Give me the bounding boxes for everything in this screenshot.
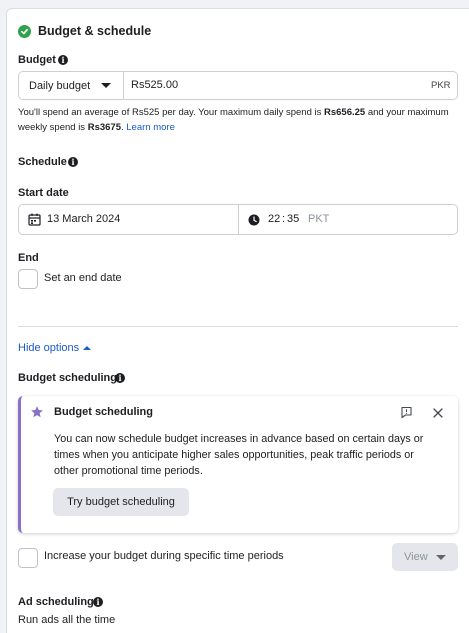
budget-note: You'll spend an average of Rs525 per day… — [18, 105, 463, 135]
check-circle-icon — [18, 25, 31, 38]
time-minute-input[interactable]: 35 — [287, 213, 299, 225]
callout-text-line-3: other promotional time periods. — [54, 465, 203, 477]
hide-options-link[interactable]: Hide options — [18, 342, 92, 354]
close-icon[interactable] — [433, 408, 443, 418]
budget-type-value: Daily budget — [29, 79, 91, 92]
start-date-label: Start date — [18, 187, 69, 199]
budget-note-text-3: weekly spend is — [18, 122, 88, 133]
feedback-icon[interactable] — [400, 406, 413, 419]
time-separator: : — [282, 213, 286, 225]
callout-text-line-2: times when you anticipate higher sales o… — [54, 449, 414, 461]
start-date-picker[interactable]: 13 March 2024 — [18, 204, 239, 235]
schedule-label: Schedule — [18, 156, 67, 168]
calendar-icon — [28, 213, 41, 226]
callout-title: Budget scheduling — [54, 406, 153, 418]
divider — [18, 326, 458, 327]
ad-scheduling-value: Run ads all the time — [18, 614, 116, 626]
start-date-value: 13 March 2024 — [47, 213, 121, 225]
star-icon — [31, 406, 43, 418]
callout-text: You can now schedule budget increases in… — [54, 431, 423, 479]
increase-budget-checkbox[interactable] — [18, 548, 38, 568]
max-daily-spend: Rs656.25 — [324, 107, 366, 118]
try-budget-scheduling-button[interactable]: Try budget scheduling — [53, 488, 189, 516]
end-label: End — [18, 252, 39, 264]
try-budget-scheduling-label: Try budget scheduling — [67, 496, 175, 508]
caret-down-icon — [436, 555, 446, 560]
learn-more-link[interactable]: Learn more — [126, 122, 175, 133]
start-time-picker[interactable]: 22 : 35 PKT — [240, 204, 458, 235]
caret-down-icon — [101, 83, 111, 88]
budget-label: Budget — [18, 54, 56, 66]
ad-scheduling-label: Ad scheduling — [18, 596, 94, 608]
caret-up-icon — [83, 346, 92, 350]
info-icon[interactable]: i — [68, 157, 78, 167]
end-date-checkbox-label[interactable]: Set an end date — [44, 272, 122, 284]
info-icon[interactable]: i — [115, 373, 125, 383]
info-icon[interactable]: i — [93, 597, 103, 607]
clock-icon — [248, 214, 260, 226]
currency-label: PKR — [431, 80, 451, 91]
section-title: Budget & schedule — [38, 24, 152, 38]
timezone-label: PKT — [308, 213, 330, 225]
view-button[interactable]: View — [392, 543, 458, 571]
budget-note-text-2: and your maximum — [365, 107, 449, 118]
hide-options-label: Hide options — [18, 342, 80, 354]
budget-schedule-card — [6, 8, 469, 633]
time-hour-input[interactable]: 22 — [268, 213, 280, 225]
increase-budget-checkbox-label[interactable]: Increase your budget during specific tim… — [44, 550, 284, 562]
info-icon[interactable]: i — [58, 55, 68, 65]
budget-scheduling-label: Budget scheduling — [18, 372, 117, 384]
callout-text-line-1: You can now schedule budget increases in… — [54, 433, 424, 445]
max-weekly-spend: Rs3675 — [87, 122, 121, 133]
budget-note-text-4: . — [120, 122, 124, 133]
budget-amount-input[interactable]: Rs525.00 — [131, 79, 178, 91]
view-button-label: View — [404, 551, 428, 563]
end-date-checkbox[interactable] — [18, 269, 38, 289]
budget-type-dropdown[interactable]: Daily budget — [18, 71, 124, 100]
budget-note-text: You'll spend an average of Rs525 per day… — [18, 107, 324, 118]
